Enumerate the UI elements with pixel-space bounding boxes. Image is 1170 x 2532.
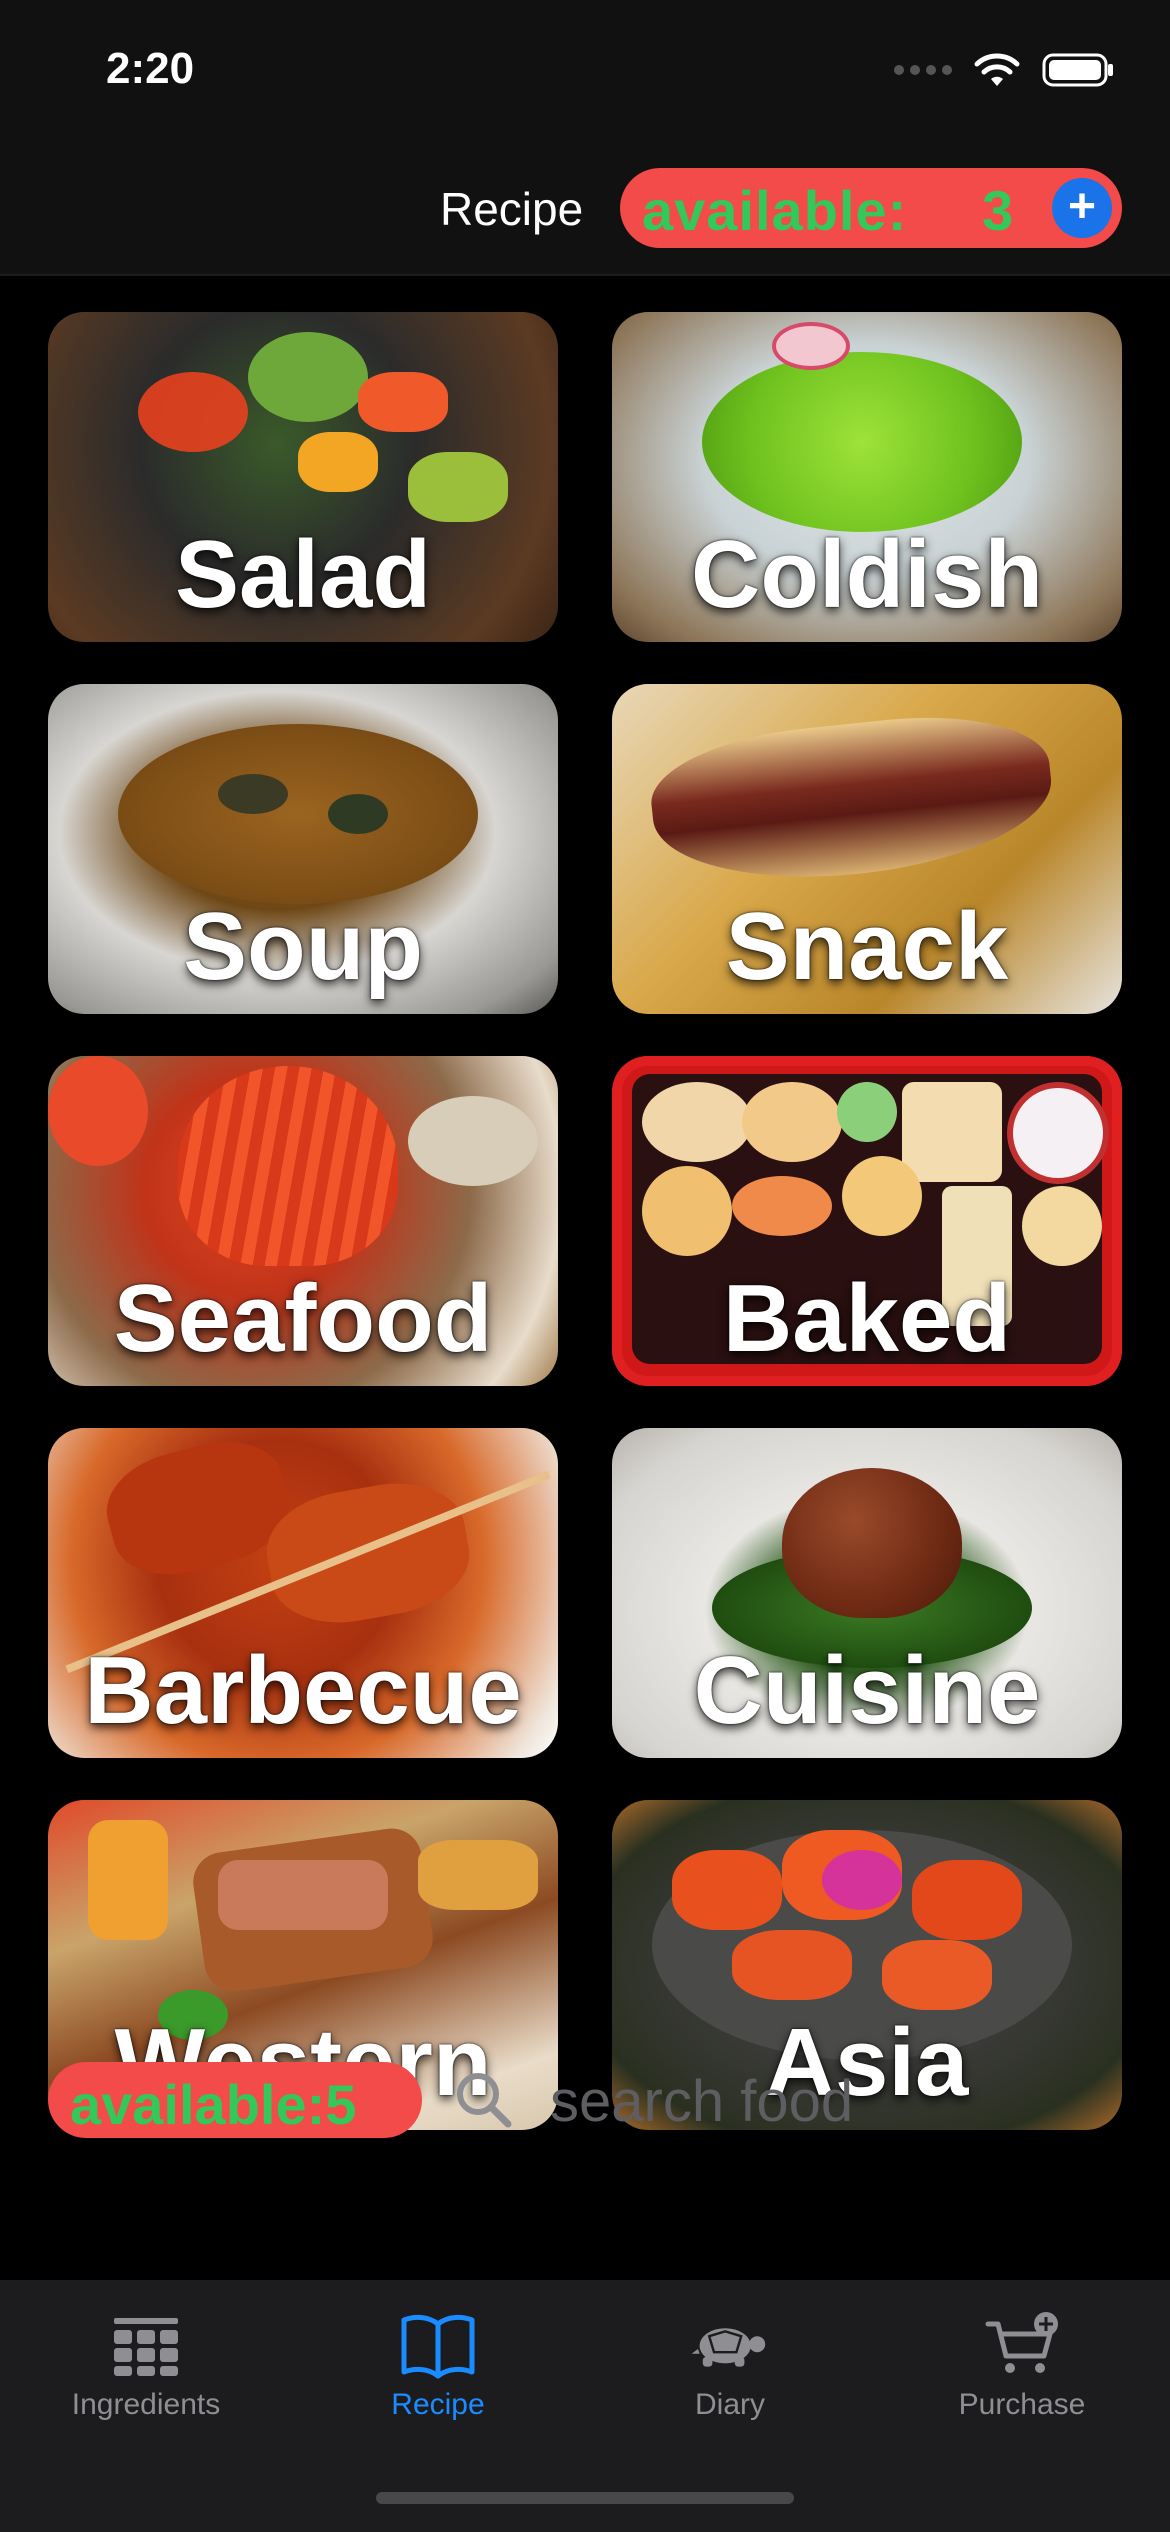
- tab-ingredients[interactable]: Ingredients: [0, 2310, 292, 2422]
- battery-icon: [1042, 53, 1113, 87]
- tab-recipe[interactable]: Recipe: [292, 2310, 584, 2422]
- signal-icon: [894, 65, 952, 75]
- category-card-cuisine[interactable]: Cuisine: [612, 1428, 1122, 1758]
- category-card-barbecue[interactable]: Barbecue: [48, 1428, 558, 1758]
- tab-diary[interactable]: Diary: [584, 2310, 876, 2422]
- grid-icon: [114, 2318, 178, 2376]
- tab-label: Recipe: [391, 2388, 485, 2421]
- available-count: 3: [982, 179, 1014, 242]
- search-icon: [457, 2073, 512, 2128]
- turtle-icon: [691, 2328, 766, 2367]
- category-card-snack[interactable]: Snack: [612, 684, 1122, 1014]
- category-card-seafood[interactable]: Seafood: [48, 1056, 558, 1386]
- wifi-icon: [974, 53, 1020, 86]
- tab-purchase[interactable]: Purchase: [876, 2310, 1168, 2422]
- status-bar: 2:20: [0, 0, 1170, 140]
- category-card-coldish[interactable]: Coldish: [612, 312, 1122, 642]
- available-badge: available: 3 +: [620, 168, 1122, 248]
- tab-label: Diary: [694, 2388, 765, 2421]
- add-button[interactable]: +: [1052, 178, 1112, 238]
- available-badge-bottom: available:5: [48, 2062, 422, 2138]
- available-text: available:5: [70, 2073, 357, 2136]
- category-label: Cuisine: [693, 1637, 1041, 1744]
- category-label: Baked: [722, 1265, 1012, 1372]
- search-bar: [452, 2062, 1112, 2140]
- search-input[interactable]: [548, 2062, 1112, 2140]
- status-time: 2:20: [106, 44, 195, 93]
- tab-label: Purchase: [958, 2388, 1086, 2421]
- category-card-baked[interactable]: Baked: [612, 1056, 1122, 1386]
- category-label: Salad: [174, 521, 432, 628]
- home-indicator: [376, 2492, 794, 2504]
- category-label: Snack: [725, 893, 1009, 1000]
- category-label: Coldish: [691, 521, 1043, 628]
- category-label: Soup: [183, 893, 423, 1000]
- nav-header: Recipe available: 3 +: [0, 140, 1170, 276]
- book-icon: [401, 2314, 475, 2379]
- page-title: Recipe: [440, 183, 584, 235]
- category-label: Barbecue: [84, 1637, 522, 1744]
- category-label: Seafood: [113, 1265, 493, 1372]
- category-card-soup[interactable]: Soup: [48, 684, 558, 1014]
- tab-label: Ingredients: [71, 2388, 221, 2421]
- cart-icon: [985, 2312, 1058, 2373]
- status-icons: [894, 52, 1114, 88]
- available-label: available:: [642, 179, 908, 242]
- category-card-salad[interactable]: Salad: [48, 312, 558, 642]
- search-row: available:5: [48, 2062, 1122, 2142]
